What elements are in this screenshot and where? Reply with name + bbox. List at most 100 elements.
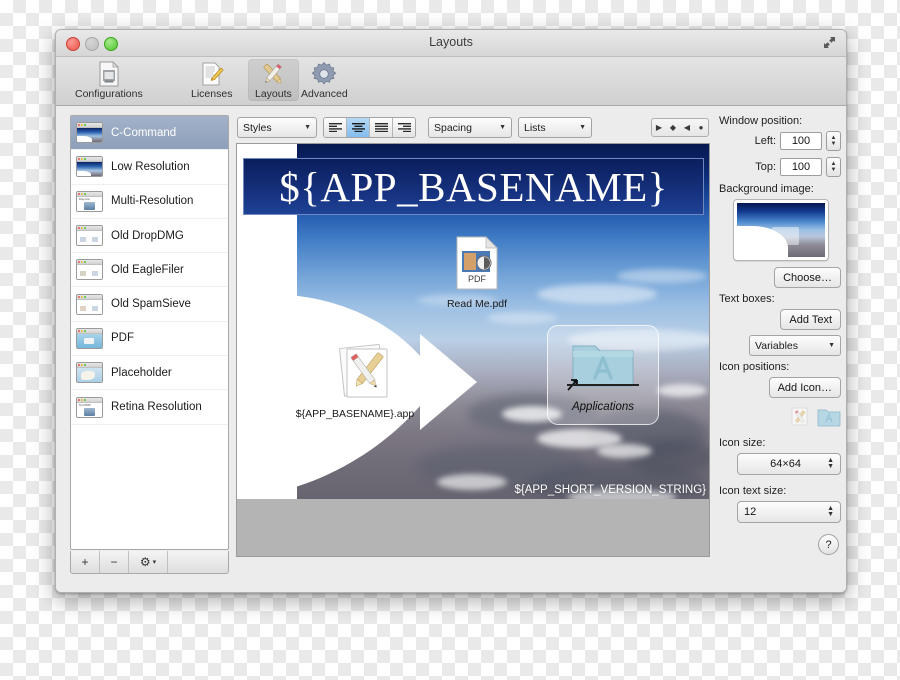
dropdmg-window: Layouts Configurations Licenses Layouts …: [55, 29, 847, 593]
align-right-button[interactable]: [393, 118, 415, 137]
chevron-down-icon: ▾: [152, 559, 157, 566]
spacing-dropdown[interactable]: Spacing ▼: [428, 117, 512, 138]
layout-thumbnail: [76, 362, 103, 384]
left-input[interactable]: 100: [780, 132, 822, 150]
text-boxes-label: Text boxes:: [719, 293, 775, 305]
add-text-button[interactable]: Add Text: [780, 309, 841, 330]
add-layout-button[interactable]: +: [71, 551, 100, 573]
layout-thumbnail: [76, 122, 103, 144]
toolbar-item-advanced[interactable]: Advanced: [294, 59, 355, 101]
dmg-icon-caption: ${APP_BASENAME}.app: [295, 408, 415, 420]
layout-thumbnail: [76, 225, 103, 247]
triangle-left-icon: ◀: [683, 123, 691, 132]
layout-thumbnail: Text HiDPI: [76, 396, 103, 418]
sidebar-item-placeholder[interactable]: Placeholder: [71, 356, 228, 391]
top-input[interactable]: 100: [780, 158, 822, 176]
alias-underline: [567, 384, 639, 386]
diamond-marker-button[interactable]: ◆: [666, 123, 680, 132]
toolbar-item-layouts[interactable]: Layouts: [248, 59, 299, 101]
left-label: Left:: [754, 135, 776, 147]
dmg-icon-applications-folder[interactable]: Applications: [547, 325, 659, 425]
align-left-button[interactable]: [324, 118, 347, 137]
pdf-badge-text: PDF: [468, 274, 487, 284]
circle-icon: ●: [698, 123, 704, 132]
icon-size-value: 64×64: [770, 458, 801, 470]
fullscreen-expand-icon[interactable]: [823, 36, 836, 49]
chevron-down-icon: ▼: [304, 124, 311, 131]
layout-thumbnail: [76, 327, 103, 349]
sidebar-item-c-command[interactable]: C-Command: [71, 116, 228, 151]
dmg-icon-caption: Read Me.pdf: [446, 298, 508, 310]
help-button[interactable]: ?: [818, 534, 839, 555]
triangle-right-marker-button[interactable]: ▶: [652, 123, 666, 132]
lists-dropdown[interactable]: Lists ▼: [518, 117, 592, 138]
chevron-down-icon: ▼: [499, 124, 506, 131]
dmg-version-textbox[interactable]: ${APP_SHORT_VERSION_STRING}: [514, 484, 706, 496]
sidebar-item-old-spamsieve[interactable]: Old SpamSieve: [71, 287, 228, 322]
window-titlebar: Layouts: [56, 30, 846, 57]
left-stepper[interactable]: ▲ ▼: [826, 131, 841, 151]
layout-thumbnail: [76, 259, 103, 281]
icon-size-select[interactable]: 64×64 ▲ ▼: [737, 453, 841, 475]
window-top-row: Top: 100 ▲ ▼: [719, 157, 841, 177]
layouts-list[interactable]: C-Command Low Resolution Drag Icon Multi…: [70, 115, 229, 550]
variables-dropdown[interactable]: Variables ▼: [749, 335, 841, 356]
sidebar-item-multi-resolution[interactable]: Drag Icon Multi-Resolution: [71, 185, 228, 219]
toolbar-item-licenses[interactable]: Licenses: [184, 59, 239, 101]
dmg-icon-app-bundle[interactable]: ${APP_BASENAME}.app: [275, 342, 435, 420]
applications-folder-icon[interactable]: [817, 407, 841, 427]
sidebar-item-old-eaglefiler[interactable]: Old EagleFiler: [71, 253, 228, 288]
sidebar-item-low-resolution[interactable]: Low Resolution: [71, 150, 228, 185]
styles-label: Styles: [243, 121, 272, 134]
layout-thumbnail: [76, 293, 103, 315]
window-title: Layouts: [429, 35, 473, 49]
circle-marker-button[interactable]: ●: [694, 123, 708, 132]
app-bundle-icon[interactable]: [789, 406, 811, 427]
sidebar-label: C-Command: [111, 126, 177, 139]
sidebar-item-pdf[interactable]: PDF: [71, 322, 228, 357]
background-image-preview[interactable]: [733, 199, 829, 261]
window-left-row: Left: 100 ▲ ▼: [719, 131, 841, 151]
layouts-toolbar-spacer: [168, 551, 228, 573]
dmg-title-text: ${APP_BASENAME}: [279, 163, 668, 210]
triangle-right-icon: ▶: [655, 123, 663, 132]
window-position-label: Window position:: [719, 115, 803, 127]
align-center-button[interactable]: [347, 118, 370, 137]
variables-label: Variables: [755, 339, 798, 352]
top-stepper[interactable]: ▲ ▼: [826, 157, 841, 177]
icon-size-label: Icon size:: [719, 437, 766, 449]
remove-layout-button[interactable]: −: [100, 551, 129, 573]
add-layout-label: +: [81, 555, 89, 569]
layout-actions-button[interactable]: ⚙ ▾: [129, 551, 168, 573]
stepper-arrows-icon: ▲ ▼: [827, 505, 834, 518]
dmg-title-textbox[interactable]: ${APP_BASENAME}: [243, 158, 704, 215]
align-justify-button[interactable]: [370, 118, 393, 137]
spacing-label: Spacing: [434, 121, 472, 134]
pdf-document-icon: PDF: [456, 236, 498, 290]
dmg-icon-caption: Applications: [571, 401, 634, 413]
styles-dropdown[interactable]: Styles ▼: [237, 117, 317, 138]
lists-label: Lists: [524, 121, 546, 134]
toolbar-label-configurations: Configurations: [75, 88, 143, 100]
sidebar-item-retina-resolution[interactable]: Text HiDPI Retina Resolution: [71, 390, 228, 425]
layout-canvas[interactable]: ${APP_BASENAME} PDF Read Me.pdf ${APP_BA…: [236, 143, 710, 557]
sidebar-label: Old SpamSieve: [111, 298, 191, 311]
document-pencil-icon: [191, 61, 232, 87]
icon-position-previews: [719, 403, 841, 427]
alignment-segmented-control[interactable]: [323, 117, 416, 138]
app-bundle-icon: [339, 343, 388, 398]
icon-text-size-select[interactable]: 12 ▲ ▼: [737, 501, 841, 523]
diamond-icon: ◆: [669, 123, 677, 132]
gear-icon: [301, 61, 348, 87]
dmg-icon-readme-pdf[interactable]: PDF Read Me.pdf: [442, 236, 512, 310]
sidebar-item-old-dropdmg[interactable]: Old DropDMG: [71, 219, 228, 254]
choose-background-button[interactable]: Choose…: [774, 267, 841, 288]
triangle-left-marker-button[interactable]: ◀: [680, 123, 694, 132]
toolbar-item-configurations[interactable]: Configurations: [68, 59, 150, 101]
top-label: Top:: [755, 161, 776, 173]
icon-text-size-label: Icon text size:: [719, 485, 787, 497]
icon-text-size-value: 12: [744, 506, 757, 518]
list-marker-controls[interactable]: ▶ ◆ ◀ ●: [651, 118, 709, 137]
add-icon-button[interactable]: Add Icon…: [768, 377, 841, 398]
stepper-arrows-icon: ▲ ▼: [827, 457, 834, 470]
